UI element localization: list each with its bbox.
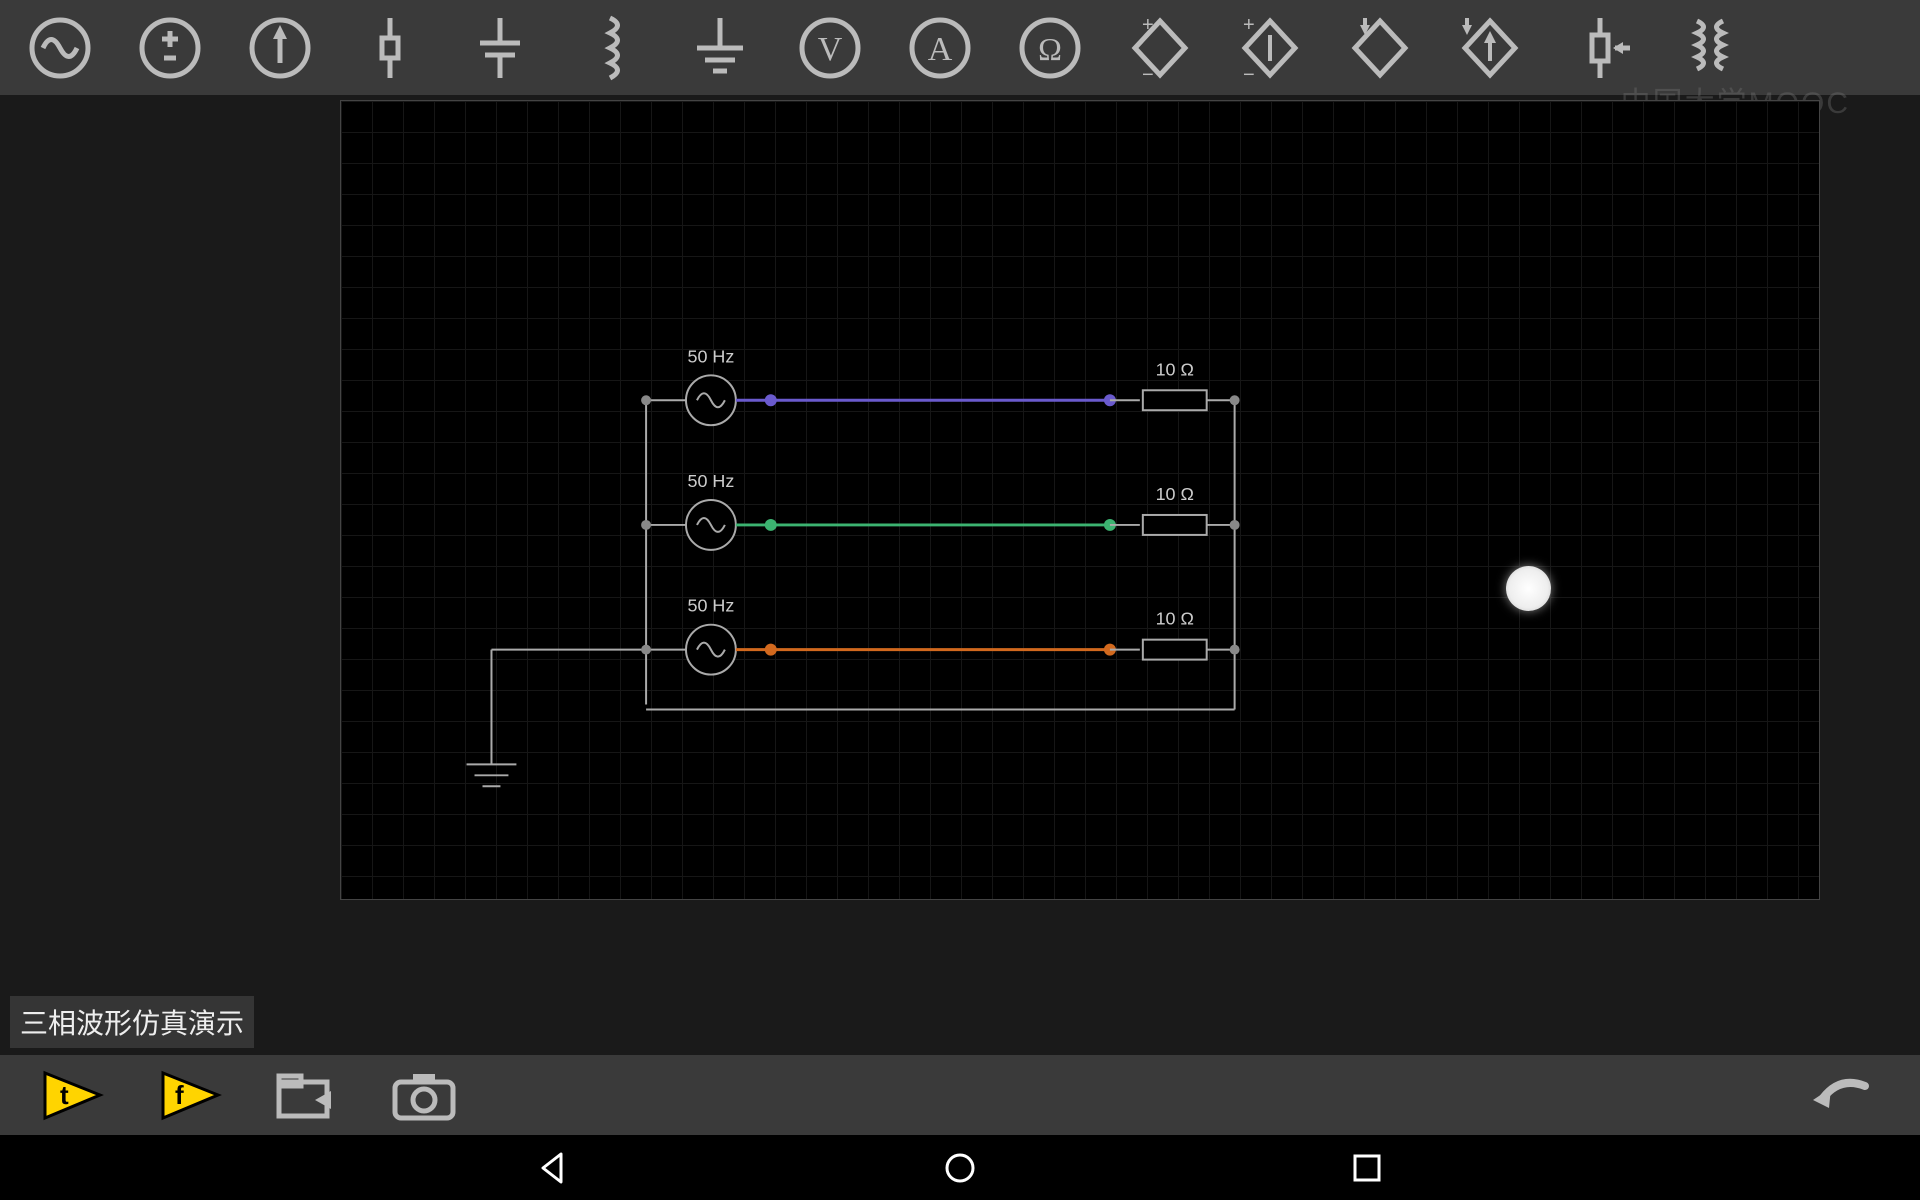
inductor-icon[interactable] <box>570 8 650 88</box>
caption-label: 三相波形仿真演示 <box>10 996 254 1048</box>
cap-alt-icon[interactable] <box>460 8 540 88</box>
nav-recent-button[interactable] <box>1337 1145 1397 1190</box>
current-source-icon[interactable] <box>240 8 320 88</box>
svg-text:Ω: Ω <box>1038 31 1062 67</box>
svg-text:A: A <box>928 31 953 68</box>
svg-text:−: − <box>1142 64 1154 83</box>
bottom-action-bar: t f <box>0 1055 1920 1135</box>
freq-label-1: 50 Hz <box>687 346 734 366</box>
dc-source-icon[interactable] <box>130 8 210 88</box>
svg-text:−: − <box>1243 64 1255 83</box>
svg-text:+: + <box>1243 14 1255 36</box>
cccs2-icon[interactable] <box>1450 8 1530 88</box>
capacitor-icon[interactable] <box>350 8 430 88</box>
vccs2-icon[interactable]: +− <box>1230 8 1310 88</box>
android-nav-bar <box>0 1135 1920 1200</box>
freq-play-button[interactable]: f <box>138 1060 238 1130</box>
svg-text:t: t <box>60 1080 69 1110</box>
res-label-1: 10 Ω <box>1156 359 1194 379</box>
time-play-button[interactable]: t <box>20 1060 120 1130</box>
ohmmeter-icon[interactable]: Ω <box>1010 8 1090 88</box>
undo-button[interactable] <box>1790 1060 1890 1130</box>
res-label-3: 10 Ω <box>1156 609 1194 629</box>
switch-icon[interactable] <box>1560 8 1640 88</box>
svg-text:V: V <box>818 31 843 68</box>
voltmeter-icon[interactable]: V <box>790 8 870 88</box>
cccs1-icon[interactable] <box>1340 8 1420 88</box>
touch-indicator <box>1506 566 1551 611</box>
nav-back-button[interactable] <box>523 1145 583 1190</box>
circuit-svg: 50 Hz 10 Ω 50 Hz 10 Ω 50 Hz 10 Ω <box>341 101 1819 899</box>
circuit-canvas[interactable]: 50 Hz 10 Ω 50 Hz 10 Ω 50 Hz 10 Ω <box>340 100 1820 900</box>
open-file-button[interactable] <box>256 1060 356 1130</box>
transformer-icon[interactable] <box>1670 8 1750 88</box>
nav-home-button[interactable] <box>930 1145 990 1190</box>
svg-text:+: + <box>1142 14 1154 36</box>
svg-text:f: f <box>175 1080 184 1110</box>
freq-label-3: 50 Hz <box>687 596 734 616</box>
ac-source-icon[interactable] <box>20 8 100 88</box>
freq-label-2: 50 Hz <box>687 471 734 491</box>
res-label-2: 10 Ω <box>1156 484 1194 504</box>
ammeter-icon[interactable]: A <box>900 8 980 88</box>
ground-icon[interactable] <box>680 8 760 88</box>
vccs1-icon[interactable]: +− <box>1120 8 1200 88</box>
screenshot-button[interactable] <box>374 1060 474 1130</box>
